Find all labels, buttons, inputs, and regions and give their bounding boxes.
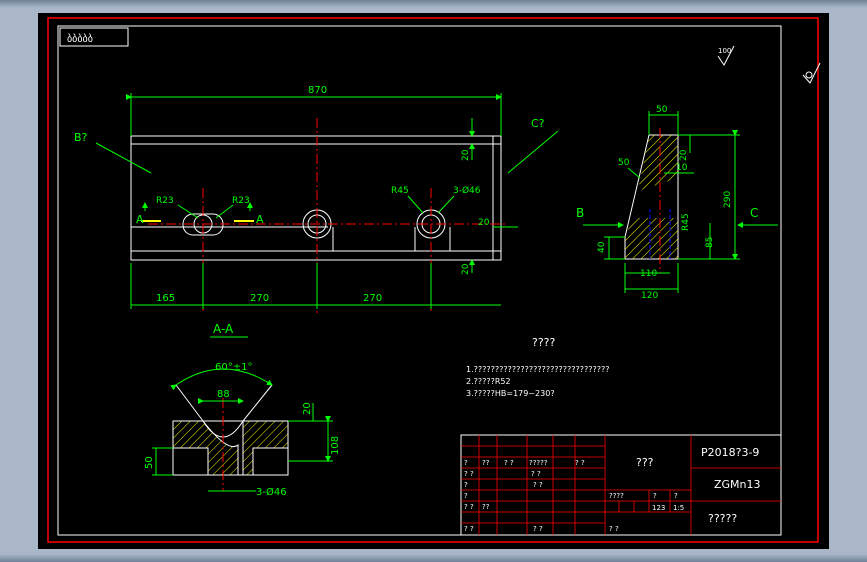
section-title: A-A [213, 322, 234, 336]
tb-cell: ? ? [531, 470, 541, 478]
label-b-front: B? [74, 131, 88, 144]
section-a-left: A [136, 213, 144, 226]
tb-cell: ? [464, 481, 468, 489]
tb-cell: ?? [482, 503, 490, 511]
section-view: A-A [172, 322, 289, 491]
dim-270-b: 270 [363, 293, 382, 304]
tb-scale: 1:5 [673, 504, 684, 512]
notes-heading: ???? [532, 336, 556, 349]
label-r23-right: R23 [232, 196, 250, 206]
tb-drawing-no: P2018?3-9 [701, 446, 759, 459]
tb-material: ZGMn13 [714, 478, 761, 491]
side-hatch [638, 135, 678, 191]
tb-cell: ? ? [609, 525, 619, 533]
tb-cell: ? [464, 492, 468, 500]
dim-165: 165 [156, 293, 175, 304]
tb-part-name: ??? [636, 456, 654, 469]
tb-sheet: 123 [652, 504, 665, 512]
notes-line-1: 1.???????????????????????????????? [466, 365, 610, 374]
section-hatch-left [172, 420, 239, 476]
tb-cell: ? ? [575, 459, 585, 467]
dim-20-bottom: 20 [461, 263, 471, 275]
dim-20-mid: 20 [478, 218, 490, 228]
drawing-svg: ბბბბბ 100 870 165 270 270 20 20 20 A A R… [47, 17, 821, 543]
side-dimensions: 50 50 10 20 290 R45 85 40 110 120 B C [576, 105, 778, 301]
tb-cell: ????? [529, 459, 548, 467]
section-width: 88 [217, 389, 230, 400]
side-dim-85: 85 [705, 237, 715, 248]
cad-canvas[interactable]: ბბბბბ 100 870 165 270 270 20 20 20 A A R… [38, 13, 829, 549]
tb-cell: ? ? [464, 503, 474, 511]
inner-frame [57, 25, 782, 536]
side-dim-40: 40 [597, 241, 607, 253]
section-angle: 60°±1° [215, 362, 252, 373]
tb-cell: ? [653, 492, 657, 500]
tb-cell: ? [464, 459, 468, 467]
top-left-box-text: ბბბბბ [67, 33, 93, 45]
tb-cell: ? ? [533, 525, 543, 533]
dim-overall-length: 870 [308, 85, 327, 96]
side-dim-r45: R45 [681, 213, 691, 231]
tb-company: ????? [708, 512, 737, 525]
side-dim-50-top: 50 [656, 105, 668, 115]
tb-cell: ? ? [533, 481, 543, 489]
notes-line-3: 3.?????HB=179~230? [466, 389, 555, 398]
tb-cell: ???? [609, 492, 624, 500]
section-hatch-right [242, 420, 289, 476]
label-c-front: C? [531, 117, 545, 130]
front-dimensions: 870 165 270 270 20 20 20 A A R23 R23 R45… [74, 85, 559, 309]
front-slot [332, 227, 416, 252]
side-label-c: C [750, 206, 758, 220]
notes-line-2: 2.?????R52 [466, 377, 511, 386]
tb-grid-text: ? ?? ? ? ????? ? ? ? ? ? ? ? ? ? ? ???? … [464, 459, 678, 533]
section-a-right: A [256, 213, 264, 226]
side-dim-290: 290 [723, 191, 733, 208]
tb-cell: ?? [482, 459, 490, 467]
dim-270-a: 270 [250, 293, 269, 304]
section-dim-20: 20 [302, 402, 313, 415]
side-label-b: B [576, 206, 584, 220]
side-dim-120: 120 [641, 291, 658, 301]
label-r23-left: R23 [156, 196, 174, 206]
notes: ???? 1.???????????????????????????????? … [466, 336, 610, 398]
roughness-value: 100 [718, 47, 731, 55]
front-body [130, 135, 502, 261]
tb-cell: ? ? [464, 470, 474, 478]
roughness-symbol-top: 100 [717, 45, 735, 66]
dim-20-top: 20 [461, 149, 471, 161]
side-dim-10: 10 [676, 163, 688, 173]
label-3-holes: 3-Ø46 [453, 185, 481, 196]
tb-cell: ? ? [464, 525, 474, 533]
label-r45: R45 [391, 186, 409, 196]
side-dim-20: 20 [679, 149, 689, 161]
side-dim-110: 110 [640, 269, 657, 279]
title-block: ??? P2018?3-9 ZGMn13 ????? 123 1:5 ? ? ? … [460, 434, 782, 536]
tb-cell: ? [674, 492, 678, 500]
front-slot-right [449, 227, 470, 252]
tb-cell: ? ? [504, 459, 514, 467]
section-dim-108: 108 [330, 436, 341, 455]
front-view [130, 118, 508, 313]
side-dim-50-slope: 50 [618, 158, 630, 168]
section-dim-50: 50 [144, 456, 155, 469]
side-view [624, 128, 679, 273]
section-holes: 3-Ø46 [256, 486, 287, 498]
